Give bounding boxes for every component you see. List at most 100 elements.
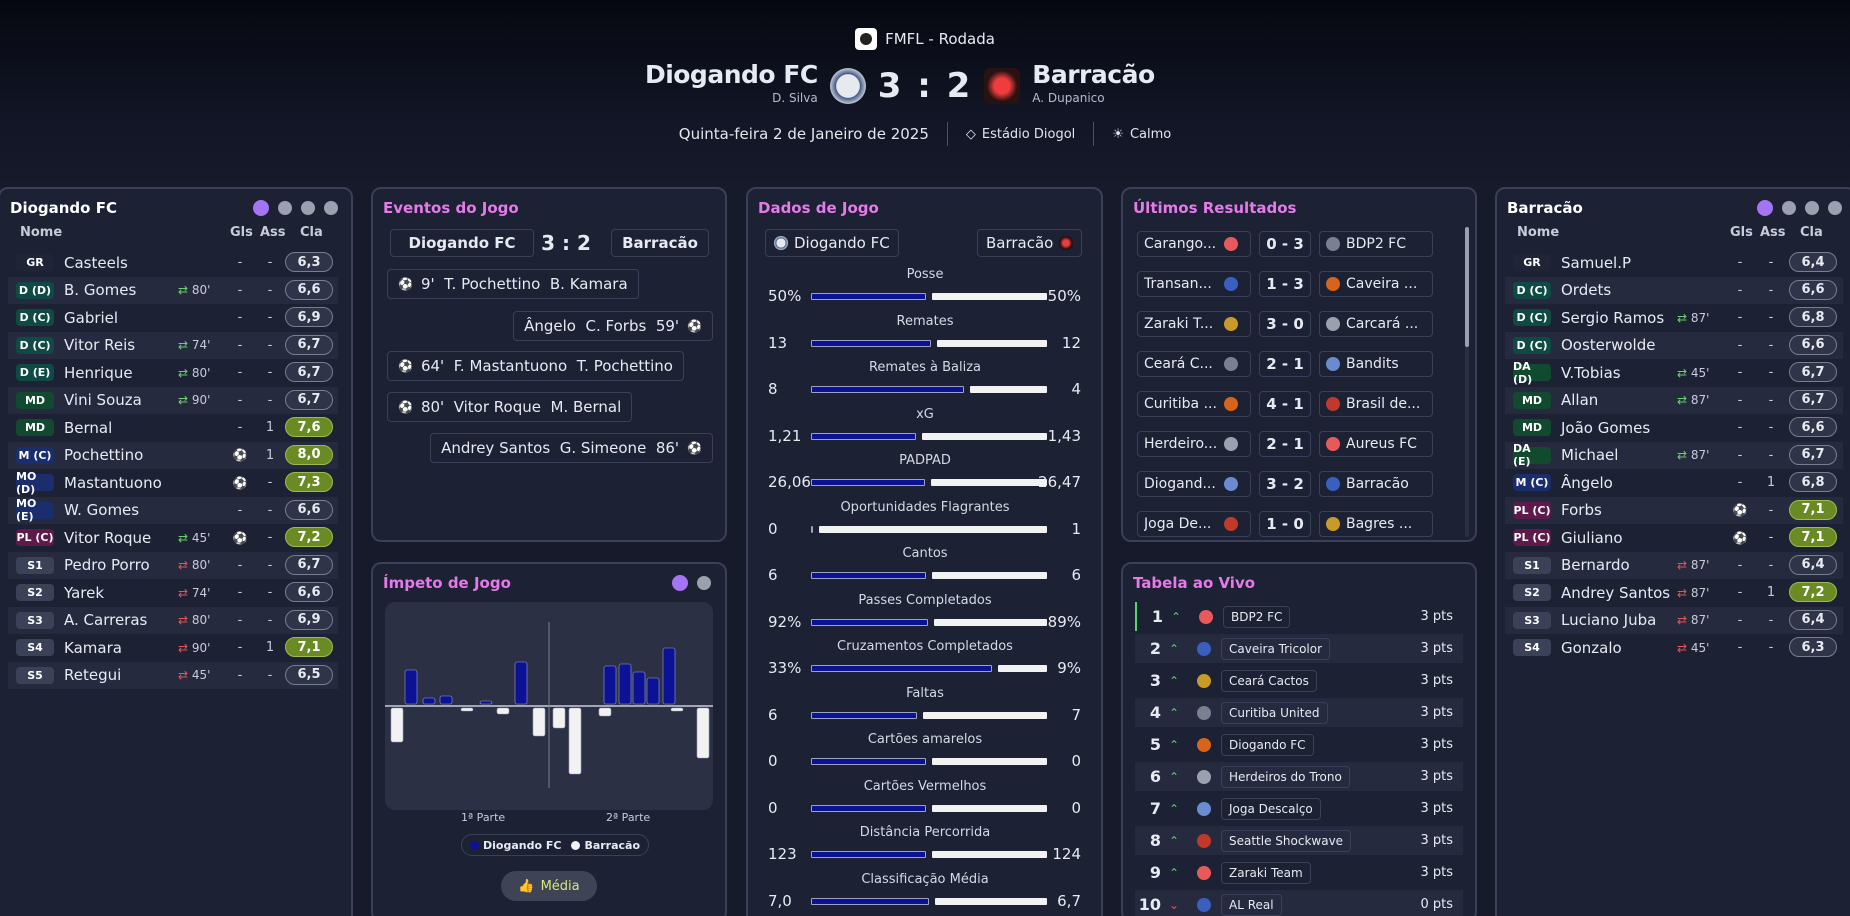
player-name[interactable]: Gabriel	[64, 309, 179, 327]
player-row[interactable]: GR Casteels - -6,3	[8, 249, 338, 276]
player-row[interactable]: S2 Yarek ⇄ 74' - -6,6	[8, 579, 338, 606]
table-row[interactable]: 9 ⌃ Zaraki Team 3 pts	[1135, 858, 1463, 887]
result-row[interactable]: Herdeiro... 2 - 1 Aureus FC	[1137, 429, 1455, 459]
home-team-name[interactable]: Diogando FC	[638, 60, 818, 89]
player-name[interactable]: Samuel.P	[1561, 254, 1676, 272]
player-row[interactable]: MD Bernal - 1 7,6	[8, 414, 338, 441]
table-row[interactable]: 7 ⌃ Joga Descalço 3 pts	[1135, 794, 1463, 823]
view-dot[interactable]	[253, 200, 269, 216]
player-row[interactable]: S1 Bernardo ⇄ 87' - -6,4	[1505, 551, 1843, 579]
view-dot[interactable]	[697, 576, 711, 590]
table-row[interactable]: 10 ⌄ AL Real 0 pts	[1135, 890, 1463, 916]
player-name[interactable]: B. Gomes	[64, 281, 179, 299]
player-row[interactable]: D (D) B. Gomes ⇄ 80' - -6,6	[8, 276, 338, 304]
player-name[interactable]: Bernal	[64, 419, 179, 437]
player-name[interactable]: Michael	[1561, 446, 1676, 464]
panel-view-dots[interactable]	[1757, 200, 1842, 216]
player-name[interactable]: Forbs	[1561, 501, 1676, 519]
player-row[interactable]: D (C) Sergio Ramos ⇄ 87' - -6,8	[1505, 304, 1843, 331]
player-name[interactable]: W. Gomes	[64, 501, 179, 519]
player-name[interactable]: Bernardo	[1561, 556, 1676, 574]
table-team-name[interactable]: Diogando FC	[1221, 733, 1314, 756]
home-team-block[interactable]: Diogando FC D. Silva	[638, 60, 818, 105]
view-dot[interactable]	[1805, 201, 1819, 215]
player-name[interactable]: Sergio Ramos	[1561, 309, 1676, 327]
result-row[interactable]: Transan... 1 - 3 Caveira ...	[1137, 269, 1455, 299]
player-name[interactable]: Yarek	[64, 584, 179, 602]
col-rating[interactable]: Cla	[1800, 225, 1823, 240]
player-name[interactable]: Vitor Roque	[64, 529, 179, 547]
results-scrollbar[interactable]	[1465, 227, 1469, 537]
player-name[interactable]: Vini Souza	[64, 391, 179, 409]
player-name[interactable]: João Gomes	[1561, 419, 1676, 437]
view-dot[interactable]	[1828, 201, 1842, 215]
table-row[interactable]: 1 ⌃ BDP2 FC 3 pts	[1135, 602, 1463, 631]
player-row[interactable]: DA (E) Michael ⇄ 87' - -6,7	[1505, 441, 1843, 469]
player-row[interactable]: S1 Pedro Porro ⇄ 80' - -6,7	[8, 551, 338, 579]
player-name[interactable]: Ângelo	[1561, 474, 1676, 492]
player-name[interactable]: Gonzalo	[1561, 639, 1676, 657]
player-row[interactable]: S3 A. Carreras ⇄ 80' - -6,9	[8, 606, 338, 634]
player-name[interactable]: Allan	[1561, 391, 1676, 409]
player-row[interactable]: D (E) Henrique ⇄ 80' - -6,7	[8, 359, 338, 386]
player-name[interactable]: Casteels	[64, 254, 179, 272]
col-goals[interactable]: Gls	[230, 225, 253, 240]
player-row[interactable]: D (C) Ordets - -6,6	[1505, 276, 1843, 304]
event-item[interactable]: Andrey Santos G. Simeone 86' ⚽	[430, 433, 713, 463]
result-row[interactable]: Zaraki T... 3 - 0 Carcará ...	[1137, 309, 1455, 339]
table-row[interactable]: 3 ⌃ Ceará Cactos 3 pts	[1135, 666, 1463, 695]
table-team-name[interactable]: Seattle Shockwave	[1221, 829, 1352, 852]
result-row[interactable]: Carango... 0 - 3 BDP2 FC	[1137, 229, 1455, 259]
table-team-name[interactable]: Joga Descalço	[1221, 797, 1321, 820]
away-team-block[interactable]: Barracão A. Dupanico	[1032, 60, 1212, 105]
average-button[interactable]: 👍 Média	[501, 871, 597, 901]
result-row[interactable]: Ceará C... 2 - 1 Bandits	[1137, 349, 1455, 379]
player-name[interactable]: Oosterwolde	[1561, 336, 1676, 354]
player-name[interactable]: A. Carreras	[64, 611, 179, 629]
event-item[interactable]: ⚽ 9' T. Pochettino B. Kamara	[387, 269, 639, 299]
col-goals[interactable]: Gls	[1730, 225, 1753, 240]
table-team-name[interactable]: Ceará Cactos	[1221, 669, 1317, 692]
event-item[interactable]: ⚽ 80' Vitor Roque M. Bernal	[387, 392, 633, 422]
player-name[interactable]: Vitor Reis	[64, 336, 179, 354]
table-row[interactable]: 2 ⌃ Caveira Tricolor 3 pts	[1135, 634, 1463, 663]
player-row[interactable]: PL (C) Giuliano ⚽ -7,1	[1505, 524, 1843, 551]
player-row[interactable]: D (C) Gabriel - -6,9	[8, 304, 338, 331]
player-name[interactable]: Pedro Porro	[64, 556, 179, 574]
player-row[interactable]: M (C) Pochettino ⚽ 1 8,0	[8, 441, 338, 469]
view-dot[interactable]	[1757, 200, 1773, 216]
player-name[interactable]: Pochettino	[64, 446, 179, 464]
view-dot[interactable]	[1782, 201, 1796, 215]
player-name[interactable]: Kamara	[64, 639, 179, 657]
table-row[interactable]: 4 ⌃ Curitiba United 3 pts	[1135, 698, 1463, 727]
player-row[interactable]: MD Allan ⇄ 87' - -6,7	[1505, 386, 1843, 414]
table-row[interactable]: 5 ⌃ Diogando FC 3 pts	[1135, 730, 1463, 759]
player-row[interactable]: M (C) Ângelo - 1 6,8	[1505, 469, 1843, 496]
player-name[interactable]: Luciano Juba	[1561, 611, 1676, 629]
col-rating[interactable]: Cla	[300, 225, 323, 240]
view-dot[interactable]	[672, 575, 688, 591]
table-row[interactable]: 6 ⌃ Herdeiros do Trono 3 pts	[1135, 762, 1463, 791]
player-row[interactable]: S3 Luciano Juba ⇄ 87' - -6,4	[1505, 606, 1843, 634]
table-team-name[interactable]: AL Real	[1221, 893, 1282, 916]
col-assists[interactable]: Ass	[1760, 225, 1786, 240]
panel-view-dots[interactable]	[253, 200, 338, 216]
player-name[interactable]: Ordets	[1561, 281, 1676, 299]
player-row[interactable]: S4 Gonzalo ⇄ 45' - -6,3	[1505, 634, 1843, 661]
col-assists[interactable]: Ass	[260, 225, 286, 240]
result-row[interactable]: Curitiba ... 4 - 1 Brasil de...	[1137, 389, 1455, 419]
player-name[interactable]: Mastantuono	[64, 474, 179, 492]
view-dot[interactable]	[278, 201, 292, 215]
view-dot[interactable]	[301, 201, 315, 215]
player-name[interactable]: Andrey Santos	[1561, 584, 1676, 602]
player-name[interactable]: Henrique	[64, 364, 179, 382]
player-row[interactable]: S2 Andrey Santos ⇄ 87' - 1 7,2	[1505, 579, 1843, 606]
player-row[interactable]: D (C) Vitor Reis ⇄ 74' - -6,7	[8, 331, 338, 359]
player-name[interactable]: V.Tobias	[1561, 364, 1676, 382]
player-row[interactable]: MO (E) W. Gomes - -6,6	[8, 496, 338, 524]
player-row[interactable]: MD Vini Souza ⇄ 90' - -6,7	[8, 386, 338, 414]
player-row[interactable]: MD João Gomes - -6,6	[1505, 414, 1843, 441]
panel-view-dots[interactable]	[672, 575, 711, 591]
event-item[interactable]: ⚽ 64' F. Mastantuono T. Pochettino	[387, 351, 684, 381]
table-row[interactable]: 8 ⌃ Seattle Shockwave 3 pts	[1135, 826, 1463, 855]
